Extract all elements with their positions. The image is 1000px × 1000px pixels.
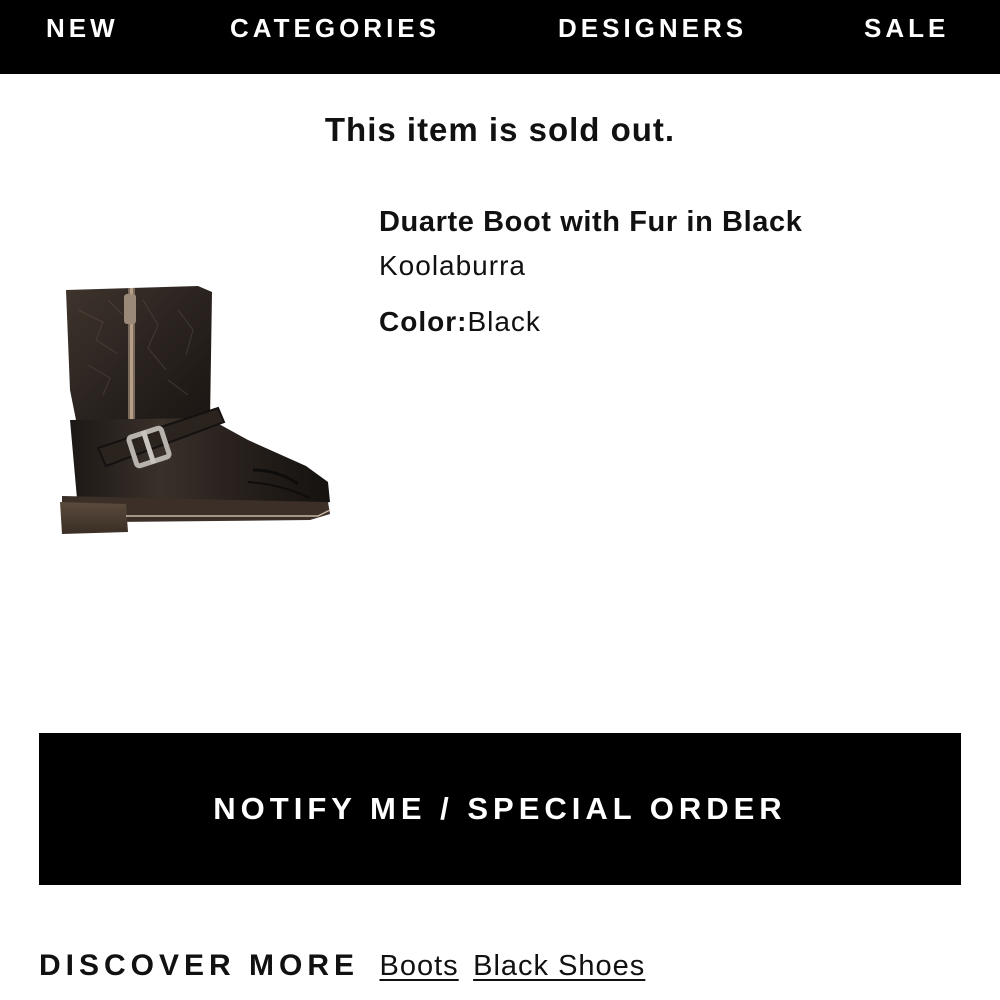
boot-image-icon (60, 286, 331, 534)
discover-more-heading: DISCOVER MORE (39, 949, 360, 982)
top-navigation: NEW CATEGORIES DESIGNERS SALE (0, 0, 1000, 74)
notify-me-special-order-button[interactable]: NOTIFY ME / SPECIAL ORDER (39, 733, 961, 885)
nav-item-new[interactable]: NEW (46, 12, 119, 44)
product-color: Color:Black (379, 300, 979, 344)
product-brand[interactable]: Koolaburra (379, 244, 979, 288)
sold-out-notice: This item is sold out. (324, 111, 676, 148)
product-details: Duarte Boot with Fur in Black Koolaburra… (379, 200, 979, 344)
color-label: Color: (379, 306, 468, 337)
discover-link-black-shoes[interactable]: Black Shoes (473, 946, 645, 986)
product-name: Duarte Boot with Fur in Black (379, 206, 803, 238)
nav-item-designers[interactable]: DESIGNERS (558, 12, 747, 44)
color-value: Black (467, 306, 541, 337)
discover-link-boots[interactable]: Boots (379, 946, 458, 986)
discover-more-section: DISCOVER MORE Boots Black Shoes (39, 946, 645, 990)
product-image[interactable] (48, 270, 338, 550)
nav-item-sale[interactable]: SALE (864, 12, 949, 44)
nav-item-categories[interactable]: CATEGORIES (230, 12, 440, 44)
